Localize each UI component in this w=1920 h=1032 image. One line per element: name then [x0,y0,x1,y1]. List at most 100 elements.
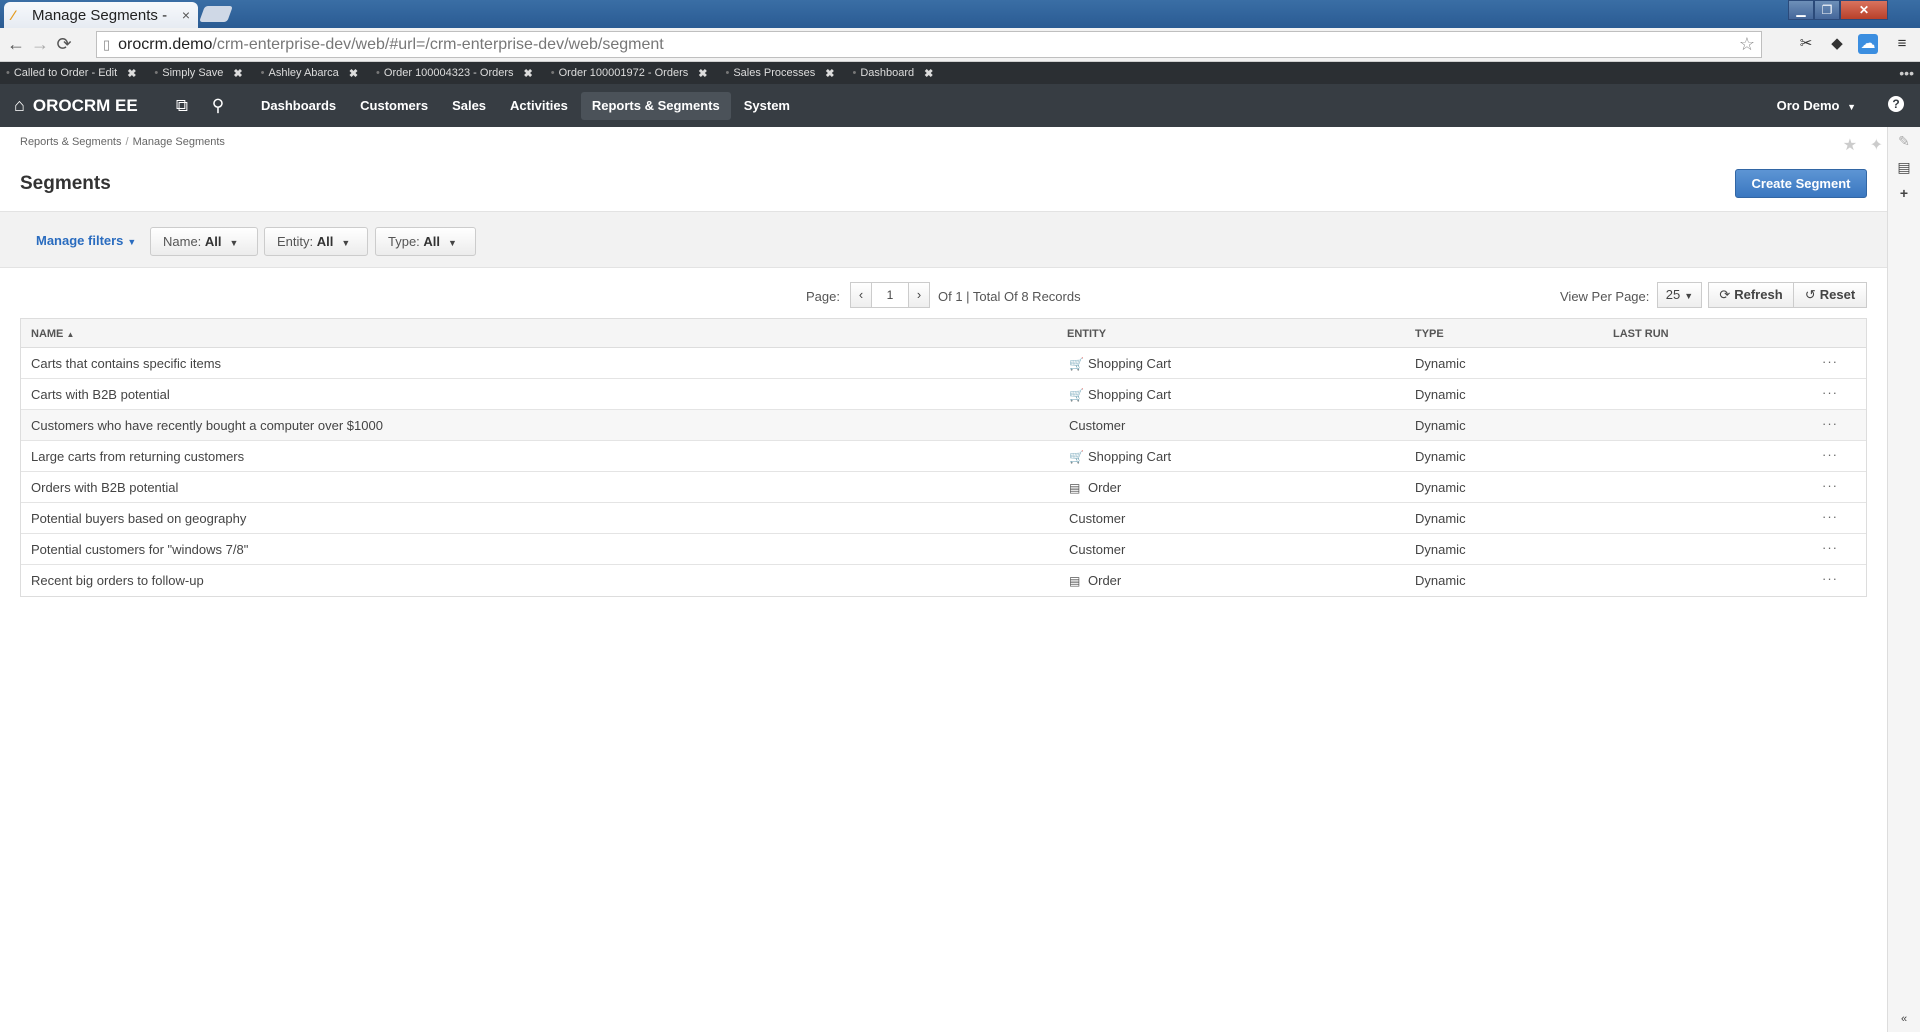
user-menu[interactable]: Oro Demo ▼ [1777,84,1856,127]
table-row[interactable]: Recent big orders to follow-up ▤ Order Dy… [21,565,1866,596]
create-segment-button[interactable]: Create Segment [1735,169,1867,198]
pin-close-icon[interactable]: ✖ [349,67,358,80]
pinbar-item[interactable]: • Order 100001972 - Orders ✖ [551,67,708,80]
row-actions-icon[interactable]: ··· [1822,540,1838,555]
pinbar-item[interactable]: • Dashboard ✖ [852,67,933,80]
row-actions-icon[interactable]: ··· [1822,571,1838,586]
cart-icon: 🛒 [1069,357,1084,371]
page-label: Page: [806,289,840,304]
breadcrumb-reports-segments[interactable]: Reports & Segments [20,136,122,148]
pin-dot-icon: • [550,67,555,79]
reload-icon[interactable]: ⟳ [52,34,76,55]
cloud-icon[interactable]: ☁ [1858,34,1878,54]
help-icon[interactable]: ? [1888,96,1904,112]
add-widget-icon[interactable]: + [1896,185,1912,201]
minimize-icon[interactable]: ▁ [1788,0,1814,20]
brand-logo[interactable]: ⌂ OROCRM EE [0,84,164,127]
restore-icon[interactable]: ❐ [1814,0,1840,20]
pinbar-more-icon[interactable]: ••• [1899,62,1914,84]
segments-grid: Name ▲ Entity Type Last Run Carts that c… [20,318,1867,597]
pin-page-icon[interactable]: ✦ [1870,137,1883,154]
segment-entity: Order [1088,573,1122,588]
pinbar: • Called to Order - Edit ✖ • Simply Save ✖ •… [0,62,1920,84]
menu-dashboards[interactable]: Dashboards [250,92,347,120]
per-page-select[interactable]: 25 ▼ [1657,282,1702,308]
name-filter[interactable]: Name: All ▼ [150,227,258,256]
row-actions-icon[interactable]: ··· [1822,447,1838,462]
row-actions-icon[interactable]: ··· [1822,478,1838,493]
user-name: Oro Demo [1776,98,1840,113]
recent-history-icon[interactable]: ⧉ [164,96,200,116]
new-tab-button[interactable] [199,6,233,22]
pinbar-item[interactable]: • Called to Order - Edit ✖ [6,67,136,80]
collapse-sidebar-icon[interactable]: « [1896,1013,1912,1025]
pin-close-icon[interactable]: ✖ [924,67,933,80]
widget-list-icon[interactable]: ▤ [1896,159,1912,176]
row-actions-icon[interactable]: ··· [1822,385,1838,400]
entity-filter[interactable]: Entity: All ▼ [264,227,368,256]
row-actions-icon[interactable]: ··· [1822,509,1838,524]
segment-type: Dynamic [1415,573,1466,588]
segment-name: Orders with B2B potential [31,480,179,495]
menu-sales[interactable]: Sales [441,92,497,120]
segment-entity: Customer [1069,542,1126,557]
pencil-icon[interactable]: ✎ [1896,133,1912,150]
column-type[interactable]: Type [1415,328,1444,340]
menu-system[interactable]: System [733,92,801,120]
close-window-icon[interactable]: ✕ [1840,0,1888,20]
favorite-star-icon[interactable]: ★ [1843,137,1857,154]
column-last-run[interactable]: Last Run [1613,328,1669,340]
menu-customers[interactable]: Customers [349,92,439,120]
browser-tab[interactable]: ⁄ Manage Segments - × [4,2,198,28]
reset-button[interactable]: ↺ Reset [1793,282,1867,308]
column-entity[interactable]: Entity [1067,328,1106,340]
forward-arrow-icon[interactable]: → [28,34,52,55]
browser-toolbar: ← → ⟳ ▯ orocrm.demo/crm-enterprise-dev/w… [0,28,1920,62]
table-row[interactable]: Potential buyers based on geography Cust… [21,503,1866,534]
next-page-icon[interactable]: › [908,282,930,308]
table-row[interactable]: Carts with B2B potential 🛒 Shopping Cart … [21,379,1866,410]
table-row[interactable]: Potential customers for "windows 7/8" Cu… [21,534,1866,565]
pin-dot-icon: • [6,67,10,79]
chrome-menu-icon[interactable]: ≡ [1892,34,1912,54]
menu-reports-segments[interactable]: Reports & Segments [580,91,731,120]
filter-label: Type: [388,234,420,249]
segment-entity: Shopping Cart [1088,449,1172,464]
table-row[interactable]: Customers who have recently bought a com… [21,410,1866,441]
prev-page-icon[interactable]: ‹ [850,282,872,308]
pin-close-icon[interactable]: ✖ [698,67,707,80]
segment-type: Dynamic [1415,480,1466,495]
pinbar-item[interactable]: • Sales Processes ✖ [725,67,834,80]
pinbar-item[interactable]: • Ashley Abarca ✖ [261,67,358,80]
table-row[interactable]: Large carts from returning customers 🛒 Sh… [21,441,1866,472]
tab-close-icon[interactable]: × [182,7,190,23]
column-name[interactable]: Name ▲ [31,328,74,340]
extension-icon[interactable]: ✂ [1796,34,1816,54]
bookmark-star-icon[interactable]: ☆ [1739,34,1755,55]
type-filter[interactable]: Type: All ▼ [375,227,476,256]
chevron-down-icon: ▼ [341,238,351,248]
table-row[interactable]: Orders with B2B potential ▤ Order Dynamic… [21,472,1866,503]
pin-close-icon[interactable]: ✖ [825,67,834,80]
row-actions-icon[interactable]: ··· [1822,416,1838,431]
back-arrow-icon[interactable]: ← [4,34,28,55]
row-actions-icon[interactable]: ··· [1822,354,1838,369]
pinbar-item[interactable]: • Simply Save ✖ [154,67,242,80]
records-summary: Of 1 | Total Of 8 Records [938,289,1081,304]
manage-filters-button[interactable]: Manage filters ▼ [36,233,136,248]
segment-entity: Shopping Cart [1088,387,1172,402]
segment-name: Carts with B2B potential [31,387,170,402]
pin-close-icon[interactable]: ✖ [524,67,533,80]
page-number-input[interactable]: 1 [871,282,909,308]
address-bar[interactable]: ▯ orocrm.demo/crm-enterprise-dev/web/#ur… [96,31,1762,58]
segment-name: Recent big orders to follow-up [31,573,204,588]
segment-type: Dynamic [1415,356,1466,371]
pin-close-icon[interactable]: ✖ [233,67,242,80]
evernote-icon[interactable]: ◆ [1827,34,1847,54]
pinbar-item[interactable]: • Order 100004323 - Orders ✖ [376,67,533,80]
menu-activities[interactable]: Activities [499,92,579,120]
refresh-button[interactable]: ⟳ Refresh [1708,282,1794,308]
table-row[interactable]: Carts that contains specific items 🛒 Shop… [21,348,1866,379]
pin-close-icon[interactable]: ✖ [127,67,136,80]
search-icon[interactable]: ⚲ [200,96,236,116]
